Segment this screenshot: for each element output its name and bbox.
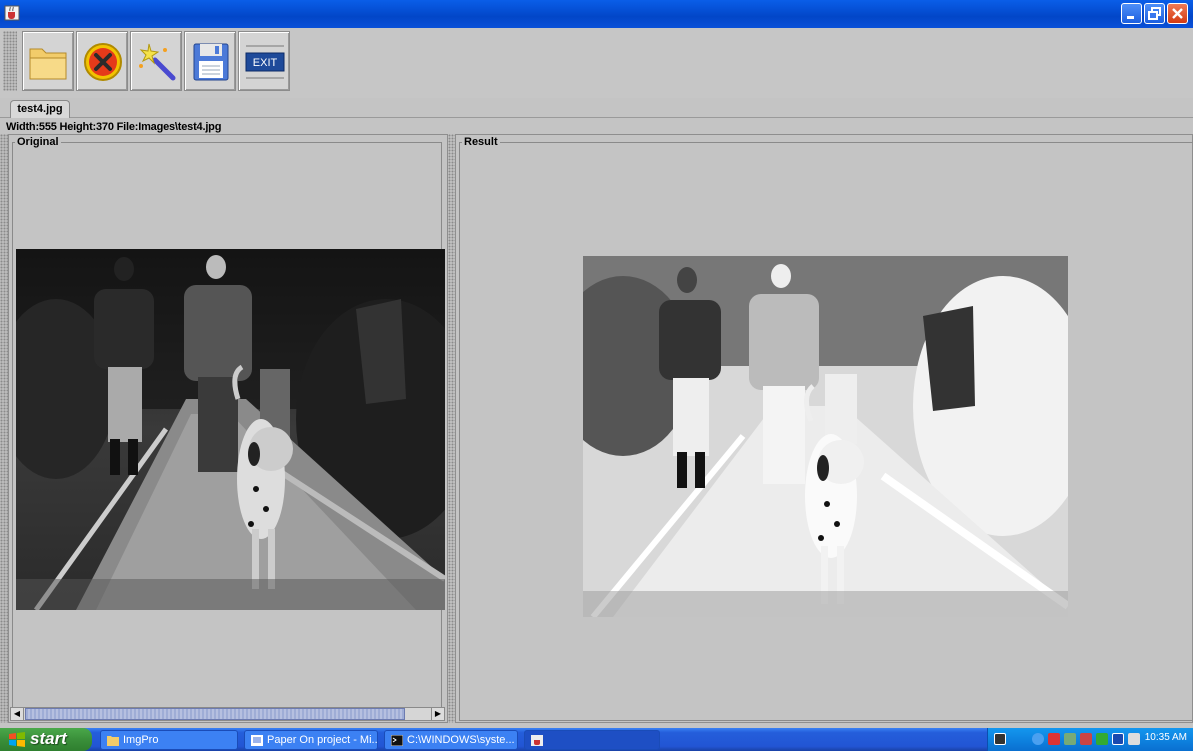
save-button[interactable]: [184, 31, 236, 91]
scrollbar-thumb[interactable]: [25, 708, 405, 720]
close-image-button[interactable]: [76, 31, 128, 91]
exit-button[interactable]: EXIT: [238, 31, 290, 91]
image-info: Width:555 Height:370 File:Images\test4.j…: [6, 121, 222, 133]
original-label: Original: [17, 136, 59, 148]
network-icon[interactable]: [1014, 733, 1026, 745]
title-bar[interactable]: [0, 0, 1193, 28]
word-doc-icon: [251, 735, 263, 746]
help-icon[interactable]: [994, 733, 1006, 745]
restore-button[interactable]: [1144, 3, 1165, 24]
minimize-button[interactable]: [1121, 3, 1142, 24]
scroll-right-icon[interactable]: ▶: [431, 708, 444, 720]
close-x-icon: [84, 43, 122, 81]
tab-strip: test4.jpg: [0, 98, 1193, 118]
back-arrow-icon[interactable]: [1032, 733, 1044, 745]
result-label: Result: [464, 136, 498, 148]
task-cmd[interactable]: C:\WINDOWS\syste...: [384, 730, 518, 750]
toolbar-grip[interactable]: [3, 31, 17, 91]
java-cup-icon: [4, 5, 20, 21]
close-button[interactable]: [1167, 3, 1188, 24]
exit-label: EXIT: [253, 57, 278, 69]
start-label: start: [30, 729, 67, 748]
task-label: C:\WINDOWS\syste...: [407, 734, 515, 746]
restore-icon: [1148, 7, 1161, 20]
clock[interactable]: 10:35 AM: [1145, 732, 1187, 743]
tray-app-icon[interactable]: [1064, 733, 1076, 745]
start-button[interactable]: start: [0, 728, 92, 751]
tray-app-icon[interactable]: [1096, 733, 1108, 745]
windows-flag-icon: [9, 732, 25, 747]
toolbar: EXIT: [0, 28, 1193, 98]
original-image: [16, 249, 445, 610]
magic-wand-icon: [139, 43, 176, 81]
taskbar: start ImgPro Paper On project - Mi... C:…: [0, 728, 1193, 751]
bluetooth-icon[interactable]: [1112, 733, 1124, 745]
task-label: Paper On project - Mi...: [267, 734, 378, 746]
java-app-icon: [531, 735, 543, 746]
tray-app-icon[interactable]: [1080, 733, 1092, 745]
exit-icon: EXIT: [245, 45, 285, 79]
tray-app-icon[interactable]: [1048, 733, 1060, 745]
result-image: [583, 256, 1068, 617]
task-word-doc[interactable]: Paper On project - Mi...: [244, 730, 378, 750]
task-label: ImgPro: [123, 734, 159, 746]
left-gutter: [0, 134, 8, 723]
open-folder-icon: [29, 48, 67, 80]
open-button[interactable]: [22, 31, 74, 91]
task-imgpro[interactable]: ImgPro: [100, 730, 238, 750]
cmd-icon: [391, 735, 403, 746]
tray-app-icon[interactable]: [1128, 733, 1140, 745]
minimize-icon: [1127, 16, 1134, 19]
system-tray: 10:35 AM: [987, 728, 1193, 751]
close-icon: [1172, 8, 1183, 19]
scroll-left-icon[interactable]: ◀: [11, 708, 24, 720]
folder-icon: [107, 736, 119, 746]
task-java-app[interactable]: [524, 730, 660, 750]
split-pane-divider[interactable]: [448, 134, 455, 723]
process-button[interactable]: [130, 31, 182, 91]
app-window: EXIT test4.jpg Width:555 Height:370 File…: [0, 0, 1193, 751]
floppy-save-icon: [193, 43, 229, 81]
horizontal-scrollbar[interactable]: ◀ ▶: [10, 707, 445, 721]
tab-test4[interactable]: test4.jpg: [10, 100, 70, 118]
